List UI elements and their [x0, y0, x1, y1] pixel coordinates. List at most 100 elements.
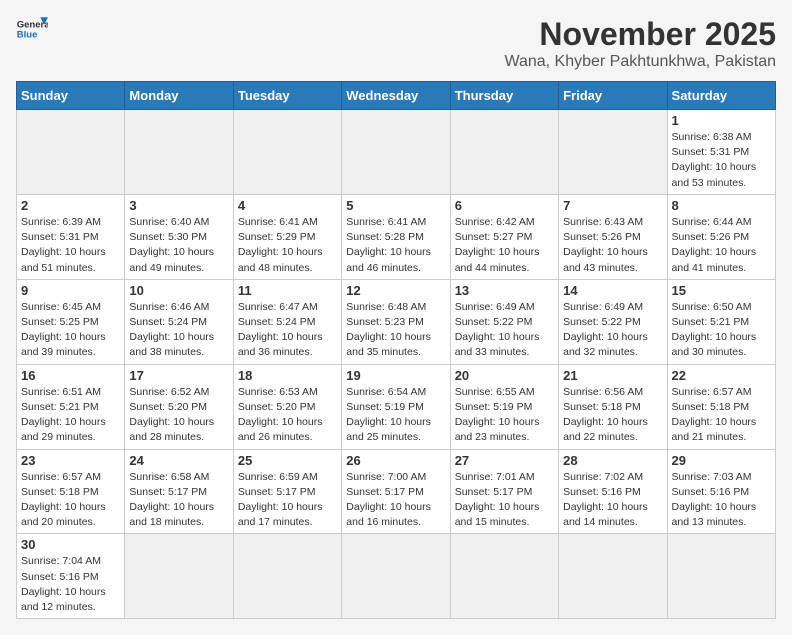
day-info: Sunrise: 6:43 AM Sunset: 5:26 PM Dayligh… [563, 215, 662, 276]
day-info: Sunrise: 6:57 AM Sunset: 5:18 PM Dayligh… [672, 385, 771, 446]
calendar-header-wednesday: Wednesday [342, 82, 450, 110]
day-info: Sunrise: 7:04 AM Sunset: 5:16 PM Dayligh… [21, 554, 120, 615]
calendar-header-row: SundayMondayTuesdayWednesdayThursdayFrid… [17, 82, 776, 110]
calendar-cell [559, 110, 667, 195]
day-info: Sunrise: 7:02 AM Sunset: 5:16 PM Dayligh… [563, 470, 662, 531]
calendar-cell: 22Sunrise: 6:57 AM Sunset: 5:18 PM Dayli… [667, 364, 775, 449]
day-number: 4 [238, 198, 337, 213]
calendar-cell: 10Sunrise: 6:46 AM Sunset: 5:24 PM Dayli… [125, 279, 233, 364]
svg-text:Blue: Blue [17, 30, 38, 41]
calendar-week-6: 30 Sunrise: 7:04 AM Sunset: 5:16 PM Dayli… [17, 534, 776, 619]
calendar-cell [125, 110, 233, 195]
day-info: Sunrise: 6:45 AM Sunset: 5:25 PM Dayligh… [21, 300, 120, 361]
calendar-cell: 18 Sunrise: 6:53 AM Sunset: 5:20 PM Dayli… [233, 364, 341, 449]
calendar-cell: 13 Sunrise: 6:49 AM Sunset: 5:22 PM Dayli… [450, 279, 558, 364]
calendar-cell: 14 Sunrise: 6:49 AM Sunset: 5:22 PM Dayli… [559, 279, 667, 364]
calendar-cell: 24 Sunrise: 6:58 AM Sunset: 5:17 PM Dayli… [125, 449, 233, 534]
calendar-week-1: 1Sunrise: 6:38 AM Sunset: 5:31 PM Daylig… [17, 110, 776, 195]
calendar-cell: 19 Sunrise: 6:54 AM Sunset: 5:19 PM Dayli… [342, 364, 450, 449]
calendar-cell [125, 534, 233, 619]
month-title: November 2025 [504, 16, 776, 53]
day-number: 26 [346, 453, 445, 468]
day-number: 25 [238, 453, 337, 468]
calendar-cell: 27Sunrise: 7:01 AM Sunset: 5:17 PM Dayli… [450, 449, 558, 534]
day-info: Sunrise: 6:49 AM Sunset: 5:22 PM Dayligh… [455, 300, 554, 361]
calendar-cell [559, 534, 667, 619]
calendar-cell: 28 Sunrise: 7:02 AM Sunset: 5:16 PM Dayli… [559, 449, 667, 534]
day-info: Sunrise: 6:52 AM Sunset: 5:20 PM Dayligh… [129, 385, 228, 446]
day-number: 18 [238, 368, 337, 383]
day-number: 24 [129, 453, 228, 468]
calendar-cell: 11Sunrise: 6:47 AM Sunset: 5:24 PM Dayli… [233, 279, 341, 364]
day-number: 28 [563, 453, 662, 468]
calendar-week-3: 9 Sunrise: 6:45 AM Sunset: 5:25 PM Daylig… [17, 279, 776, 364]
calendar-week-5: 23 Sunrise: 6:57 AM Sunset: 5:18 PM Dayli… [17, 449, 776, 534]
calendar-cell [450, 534, 558, 619]
day-info: Sunrise: 6:41 AM Sunset: 5:29 PM Dayligh… [238, 215, 337, 276]
day-info: Sunrise: 6:41 AM Sunset: 5:28 PM Dayligh… [346, 215, 445, 276]
day-info: Sunrise: 6:38 AM Sunset: 5:31 PM Dayligh… [672, 130, 771, 191]
day-number: 7 [563, 198, 662, 213]
day-info: Sunrise: 6:54 AM Sunset: 5:19 PM Dayligh… [346, 385, 445, 446]
day-info: Sunrise: 6:44 AM Sunset: 5:26 PM Dayligh… [672, 215, 771, 276]
day-number: 11 [238, 283, 337, 298]
day-number: 12 [346, 283, 445, 298]
calendar-cell [342, 534, 450, 619]
calendar-cell [17, 110, 125, 195]
day-number: 21 [563, 368, 662, 383]
calendar-header-tuesday: Tuesday [233, 82, 341, 110]
page-header: General Blue November 2025 Wana, Khyber … [16, 16, 776, 71]
calendar-cell: 7 Sunrise: 6:43 AM Sunset: 5:26 PM Daylig… [559, 194, 667, 279]
calendar-cell: 12 Sunrise: 6:48 AM Sunset: 5:23 PM Dayli… [342, 279, 450, 364]
day-number: 16 [21, 368, 120, 383]
calendar-cell [233, 534, 341, 619]
title-area: November 2025 Wana, Khyber Pakhtunkhwa, … [504, 16, 776, 71]
day-number: 6 [455, 198, 554, 213]
day-info: Sunrise: 6:57 AM Sunset: 5:18 PM Dayligh… [21, 470, 120, 531]
calendar-cell: 2Sunrise: 6:39 AM Sunset: 5:31 PM Daylig… [17, 194, 125, 279]
calendar-header-thursday: Thursday [450, 82, 558, 110]
calendar-cell: 26 Sunrise: 7:00 AM Sunset: 5:17 PM Dayli… [342, 449, 450, 534]
day-number: 23 [21, 453, 120, 468]
calendar-header-sunday: Sunday [17, 82, 125, 110]
logo-svg: General Blue [16, 16, 48, 44]
calendar-cell [667, 534, 775, 619]
day-info: Sunrise: 6:56 AM Sunset: 5:18 PM Dayligh… [563, 385, 662, 446]
day-info: Sunrise: 6:40 AM Sunset: 5:30 PM Dayligh… [129, 215, 228, 276]
day-number: 15 [672, 283, 771, 298]
calendar-cell: 9 Sunrise: 6:45 AM Sunset: 5:25 PM Daylig… [17, 279, 125, 364]
day-info: Sunrise: 6:51 AM Sunset: 5:21 PM Dayligh… [21, 385, 120, 446]
calendar-cell: 17Sunrise: 6:52 AM Sunset: 5:20 PM Dayli… [125, 364, 233, 449]
calendar-cell [342, 110, 450, 195]
calendar-cell: 30 Sunrise: 7:04 AM Sunset: 5:16 PM Dayli… [17, 534, 125, 619]
logo: General Blue [16, 16, 48, 44]
calendar-cell: 5Sunrise: 6:41 AM Sunset: 5:28 PM Daylig… [342, 194, 450, 279]
day-number: 19 [346, 368, 445, 383]
calendar-week-2: 2Sunrise: 6:39 AM Sunset: 5:31 PM Daylig… [17, 194, 776, 279]
calendar-cell: 4 Sunrise: 6:41 AM Sunset: 5:29 PM Daylig… [233, 194, 341, 279]
day-number: 29 [672, 453, 771, 468]
calendar-cell: 8 Sunrise: 6:44 AM Sunset: 5:26 PM Daylig… [667, 194, 775, 279]
calendar-cell: 20 Sunrise: 6:55 AM Sunset: 5:19 PM Dayli… [450, 364, 558, 449]
calendar-cell: 1Sunrise: 6:38 AM Sunset: 5:31 PM Daylig… [667, 110, 775, 195]
day-number: 8 [672, 198, 771, 213]
day-info: Sunrise: 6:58 AM Sunset: 5:17 PM Dayligh… [129, 470, 228, 531]
calendar-cell: 25Sunrise: 6:59 AM Sunset: 5:17 PM Dayli… [233, 449, 341, 534]
day-info: Sunrise: 6:42 AM Sunset: 5:27 PM Dayligh… [455, 215, 554, 276]
day-number: 13 [455, 283, 554, 298]
day-number: 20 [455, 368, 554, 383]
calendar-week-4: 16 Sunrise: 6:51 AM Sunset: 5:21 PM Dayli… [17, 364, 776, 449]
calendar-cell: 3Sunrise: 6:40 AM Sunset: 5:30 PM Daylig… [125, 194, 233, 279]
day-number: 30 [21, 537, 120, 552]
day-info: Sunrise: 6:48 AM Sunset: 5:23 PM Dayligh… [346, 300, 445, 361]
day-number: 14 [563, 283, 662, 298]
day-number: 9 [21, 283, 120, 298]
day-info: Sunrise: 7:00 AM Sunset: 5:17 PM Dayligh… [346, 470, 445, 531]
day-info: Sunrise: 6:55 AM Sunset: 5:19 PM Dayligh… [455, 385, 554, 446]
calendar-cell [450, 110, 558, 195]
calendar-cell: 21 Sunrise: 6:56 AM Sunset: 5:18 PM Dayli… [559, 364, 667, 449]
calendar-cell: 6 Sunrise: 6:42 AM Sunset: 5:27 PM Daylig… [450, 194, 558, 279]
day-info: Sunrise: 6:53 AM Sunset: 5:20 PM Dayligh… [238, 385, 337, 446]
day-info: Sunrise: 6:49 AM Sunset: 5:22 PM Dayligh… [563, 300, 662, 361]
day-info: Sunrise: 6:50 AM Sunset: 5:21 PM Dayligh… [672, 300, 771, 361]
